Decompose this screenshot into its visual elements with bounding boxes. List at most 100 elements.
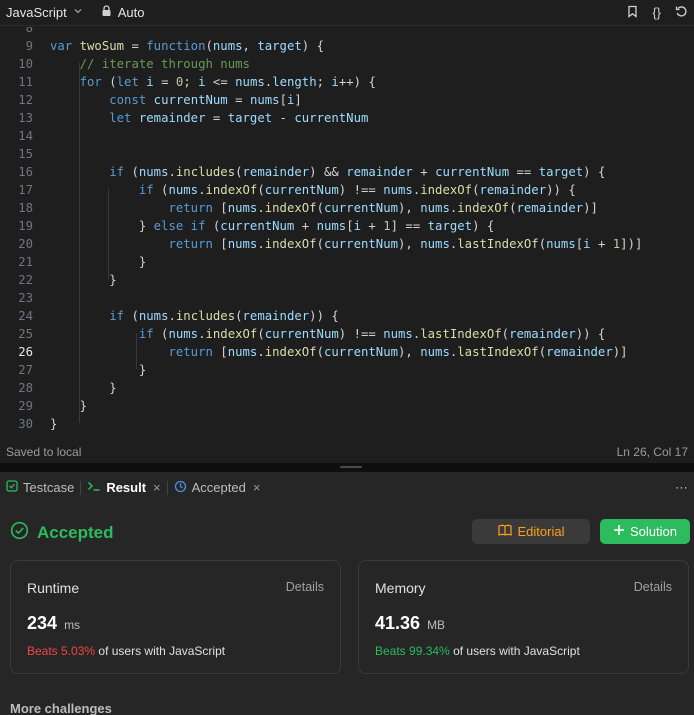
solution-button[interactable]: Solution: [600, 519, 690, 544]
memory-beats: Beats 99.34% of users with JavaScript: [375, 644, 580, 658]
tab-testcase[interactable]: Testcase: [0, 472, 80, 503]
code-text: let remainder = target - currentNum: [109, 111, 369, 125]
editorial-button[interactable]: Editorial: [472, 519, 590, 544]
code-line[interactable]: 8: [0, 27, 694, 37]
code-line[interactable]: 29 }: [0, 397, 694, 415]
bookmark-icon[interactable]: [627, 5, 638, 21]
tab-accepted[interactable]: Accepted ×: [168, 472, 267, 503]
code-line[interactable]: 24 if (nums.includes(remainder)) {: [0, 307, 694, 325]
memory-beats-suffix: of users with JavaScript: [453, 644, 580, 658]
code-editor-panel: JavaScript Auto {} 8 9 var twoSum = func…: [0, 0, 694, 463]
terminal-icon: [87, 480, 101, 495]
code-line[interactable]: 9 var twoSum = function(nums, target) {: [0, 37, 694, 55]
code-line[interactable]: 18 return [nums.indexOf(currentNum), num…: [0, 199, 694, 217]
cursor-position: Ln 26, Col 17: [616, 445, 688, 459]
code-line[interactable]: 26 return [nums.indexOf(currentNum), num…: [0, 343, 694, 361]
code-line[interactable]: 15: [0, 145, 694, 163]
runtime-beats: Beats 5.03% of users with JavaScript: [27, 644, 225, 658]
memory-card[interactable]: Memory Details 41.36 MB Beats 99.34% of …: [358, 560, 689, 674]
runtime-details-link[interactable]: Details: [286, 580, 324, 594]
more-challenges-heading: More challenges: [10, 701, 112, 715]
line-number: 20: [18, 237, 33, 251]
code-line[interactable]: 28 }: [0, 379, 694, 397]
tab-accepted-label: Accepted: [191, 480, 246, 495]
code-line[interactable]: 27 }: [0, 361, 694, 379]
language-label: JavaScript: [6, 5, 67, 20]
code-text: if (nums.indexOf(currentNum) !== nums.la…: [138, 327, 606, 341]
code-line[interactable]: 22 }: [0, 271, 694, 289]
memory-details-link[interactable]: Details: [634, 580, 672, 594]
code-text: return [nums.indexOf(currentNum), nums.l…: [168, 345, 628, 359]
code-text: } else if (currentNum + nums[i + 1] == t…: [50, 219, 495, 233]
line-number: 21: [18, 255, 33, 269]
close-icon[interactable]: ×: [253, 480, 261, 495]
line-number: 25: [18, 327, 33, 341]
code-text: }: [50, 399, 88, 413]
code-line[interactable]: 11 for (let i = 0; i <= nums.length; i++…: [0, 73, 694, 91]
memory-unit: MB: [427, 618, 446, 632]
code-line[interactable]: 20 return [nums.indexOf(currentNum), num…: [0, 235, 694, 253]
resize-grip[interactable]: [340, 466, 362, 468]
line-number: 12: [18, 93, 33, 107]
editor-statusbar: Saved to local Ln 26, Col 17: [0, 443, 694, 461]
line-number: 30: [18, 417, 33, 431]
code-line[interactable]: 23: [0, 289, 694, 307]
code-line[interactable]: 13 let remainder = target - currentNum: [0, 109, 694, 127]
line-number: 24: [18, 309, 33, 323]
code-line[interactable]: 12 const currentNum = nums[i]: [0, 91, 694, 109]
line-number: 9: [25, 39, 33, 53]
history-icon: [174, 480, 187, 496]
format-code-button[interactable]: {}: [652, 5, 661, 20]
close-icon[interactable]: ×: [153, 480, 161, 495]
line-number: 26: [18, 345, 33, 359]
plus-icon: [613, 524, 625, 539]
runtime-value: 234 ms: [27, 613, 80, 634]
tab-result-label: Result: [106, 480, 147, 495]
memory-beats-percent: Beats 99.34%: [375, 644, 450, 658]
code-line[interactable]: 19 } else if (currentNum + nums[i + 1] =…: [0, 217, 694, 235]
panel-resize-handle[interactable]: [0, 463, 694, 472]
tab-result[interactable]: Result ×: [81, 472, 166, 503]
code-line[interactable]: 25 if (nums.indexOf(currentNum) !== nums…: [0, 325, 694, 343]
language-selector[interactable]: JavaScript: [6, 5, 83, 20]
code-line[interactable]: 16 if (nums.includes(remainder) && remai…: [0, 163, 694, 181]
line-number: 23: [18, 291, 33, 305]
reset-icon[interactable]: [675, 5, 688, 21]
more-options-icon[interactable]: ⋯: [675, 480, 694, 496]
code-text: }: [50, 255, 147, 269]
code-line[interactable]: 14: [0, 127, 694, 145]
line-number: 29: [18, 399, 33, 413]
code-line[interactable]: 30}: [0, 415, 694, 433]
editorial-label: Editorial: [517, 524, 565, 539]
line-number: 13: [18, 111, 33, 125]
line-number: 10: [18, 57, 33, 71]
code-line[interactable]: 17 if (nums.indexOf(currentNum) !== nums…: [0, 181, 694, 199]
code-text: for (let i = 0; i <= nums.length; i++) {: [79, 75, 376, 89]
line-number: 18: [18, 201, 33, 215]
line-number: 28: [18, 381, 33, 395]
runtime-title: Runtime: [27, 580, 80, 596]
code-area[interactable]: 8 9 var twoSum = function(nums, target) {1…: [0, 27, 694, 437]
tab-testcase-label: Testcase: [23, 480, 75, 495]
line-number: 8: [25, 27, 33, 35]
runtime-card[interactable]: Runtime Details 234 ms Beats 5.03% of us…: [10, 560, 341, 674]
runtime-number: 234: [27, 613, 58, 633]
runtime-unit: ms: [64, 618, 81, 632]
code-text: }: [50, 273, 117, 287]
result-header: Accepted Editorial Solution: [10, 519, 690, 547]
editor-toolbar: JavaScript Auto {}: [0, 0, 694, 26]
solution-label: Solution: [630, 524, 677, 539]
chevron-down-icon: [73, 6, 83, 19]
code-line[interactable]: 21 }: [0, 253, 694, 271]
code-text: }: [50, 363, 147, 377]
code-text: const currentNum = nums[i]: [109, 93, 302, 107]
auto-mode-toggle[interactable]: Auto: [101, 5, 144, 20]
code-text: if (nums.includes(remainder)) {: [109, 309, 339, 323]
check-circle-icon: [10, 521, 29, 545]
code-line[interactable]: 10 // iterate through nums: [0, 55, 694, 73]
editor-actions: {}: [627, 5, 688, 21]
code-text: }: [50, 381, 117, 395]
book-icon: [497, 524, 512, 539]
result-status: Accepted: [37, 523, 114, 542]
runtime-beats-suffix: of users with JavaScript: [98, 644, 226, 658]
